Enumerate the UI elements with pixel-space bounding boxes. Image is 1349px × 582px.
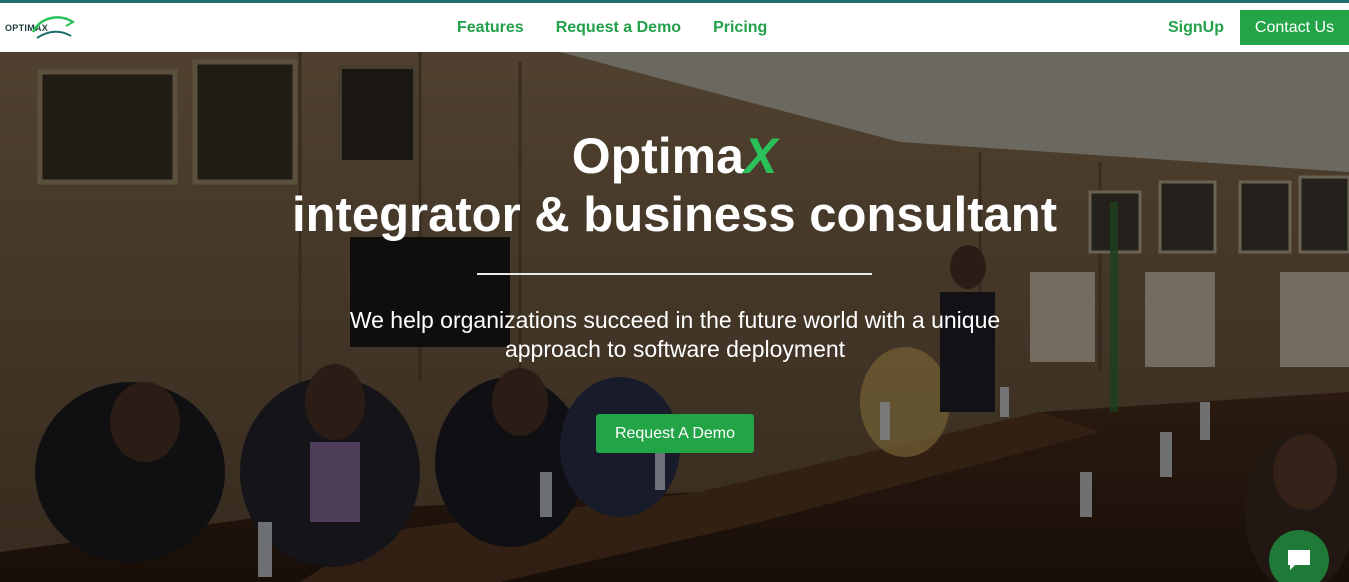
nav-features-link[interactable]: Features — [457, 19, 524, 37]
main-nav: Features Request a Demo Pricing — [457, 3, 767, 52]
hero-divider — [477, 273, 872, 275]
nav-pricing-link[interactable]: Pricing — [713, 19, 767, 37]
logo-swoosh-icon — [31, 16, 76, 39]
hero-description: We help organizations succeed in the fut… — [349, 307, 1001, 362]
chat-widget-button[interactable] — [1269, 530, 1329, 582]
request-demo-button[interactable]: Request A Demo — [596, 414, 754, 453]
hero-section: OptimaX integrator & business consultant… — [0, 52, 1349, 582]
nav-request-demo-link[interactable]: Request a Demo — [556, 19, 681, 37]
hero-title-accent: X — [743, 128, 778, 184]
top-navbar: OPTIMAX Features Request a Demo Pricing … — [0, 3, 1349, 52]
hero-title: OptimaX — [0, 128, 1349, 184]
signup-link[interactable]: SignUp — [1168, 3, 1224, 52]
hero-title-main: Optima — [571, 128, 744, 184]
chat-icon — [1288, 550, 1310, 570]
hero-subtitle: integrator & business consultant — [291, 188, 1058, 242]
contact-us-button[interactable]: Contact Us — [1240, 10, 1349, 45]
logo[interactable]: OPTIMAX — [5, 12, 77, 42]
